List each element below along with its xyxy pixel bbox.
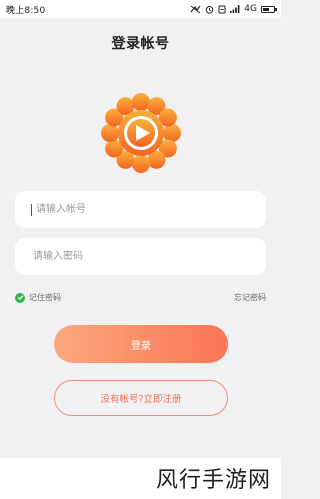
username-input[interactable] (33, 203, 266, 216)
password-field[interactable] (15, 238, 266, 275)
register-button[interactable]: 没有帐号?立即注册 (54, 380, 228, 416)
battery-icon (261, 5, 277, 13)
status-icons: 4G (190, 4, 277, 14)
header: 登录帐号 (0, 18, 281, 68)
cellular-icon (230, 5, 240, 13)
logo-petal (132, 155, 150, 173)
app-logo-icon (98, 90, 184, 176)
status-bar: 晚上8:50 4G (0, 0, 281, 18)
battery-level (263, 7, 269, 11)
sync-icon (190, 5, 201, 14)
logo-petal (132, 93, 150, 111)
watermark-text: 风行手游网 (155, 468, 271, 493)
remember-password-toggle[interactable]: 记住密码 (15, 292, 61, 303)
logo-petal (163, 124, 181, 142)
remember-password-label: 记住密码 (29, 293, 61, 302)
username-field[interactable] (15, 191, 266, 228)
status-time: 晚上8:50 (6, 5, 46, 16)
page-title: 登录帐号 (111, 36, 170, 52)
password-input[interactable] (31, 250, 266, 263)
login-button[interactable]: 登录 (54, 325, 228, 363)
text-caret (31, 203, 32, 216)
network-type: 4G (244, 4, 257, 14)
check-icon[interactable] (15, 292, 25, 303)
silent-icon (218, 5, 226, 14)
forgot-password-link[interactable]: 忘记密码 (234, 292, 266, 303)
options-row: 记住密码 忘记密码 (15, 292, 266, 303)
alarm-icon (205, 5, 214, 14)
logo-petal (101, 124, 119, 142)
